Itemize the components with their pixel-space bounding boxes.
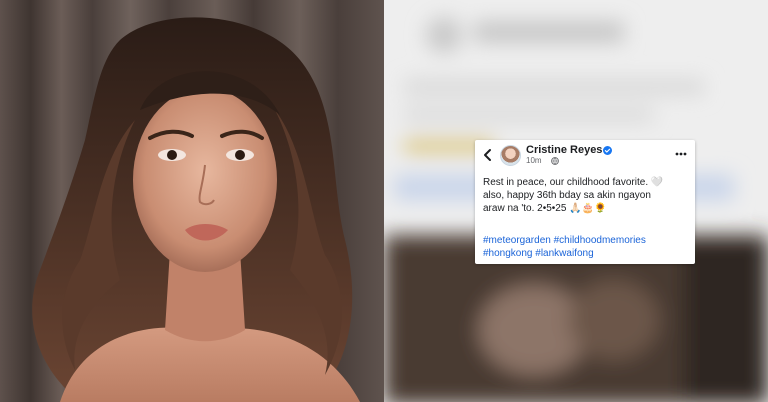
chevron-left-icon[interactable] bbox=[482, 148, 494, 162]
hashtag-line[interactable]: #hongkong #lankwaifong bbox=[483, 247, 691, 260]
hashtag-line[interactable]: #meteorgarden #childhoodmemories bbox=[483, 234, 691, 247]
post-text-line: also, happy 36th bday sa akin ngayon bbox=[483, 190, 651, 201]
verified-badge-icon bbox=[603, 146, 612, 155]
facebook-post-card: Cristine Reyes 10m Rest in peace, our ch… bbox=[475, 140, 695, 264]
author-name[interactable]: Cristine Reyes bbox=[526, 144, 602, 156]
post-text-line: Rest in peace, our childhood favorite. 🤍 bbox=[483, 177, 664, 188]
post-header: Cristine Reyes 10m bbox=[475, 140, 695, 170]
post-text: Rest in peace, our childhood favorite. 🤍… bbox=[483, 176, 691, 215]
portrait-illustration bbox=[32, 17, 360, 402]
post-text-line: araw na 'to. 2•5•25 🙏🏻🎂🌻 bbox=[483, 203, 607, 214]
portrait-photo bbox=[0, 0, 384, 402]
hashtags: #meteorgarden #childhoodmemories #hongko… bbox=[483, 234, 691, 260]
composite-image: Cristine Reyes 10m Rest in peace, our ch… bbox=[0, 0, 768, 402]
globe-icon bbox=[551, 157, 559, 165]
more-options-icon[interactable] bbox=[675, 152, 687, 156]
post-time[interactable]: 10m bbox=[526, 156, 542, 165]
avatar[interactable] bbox=[500, 145, 521, 166]
